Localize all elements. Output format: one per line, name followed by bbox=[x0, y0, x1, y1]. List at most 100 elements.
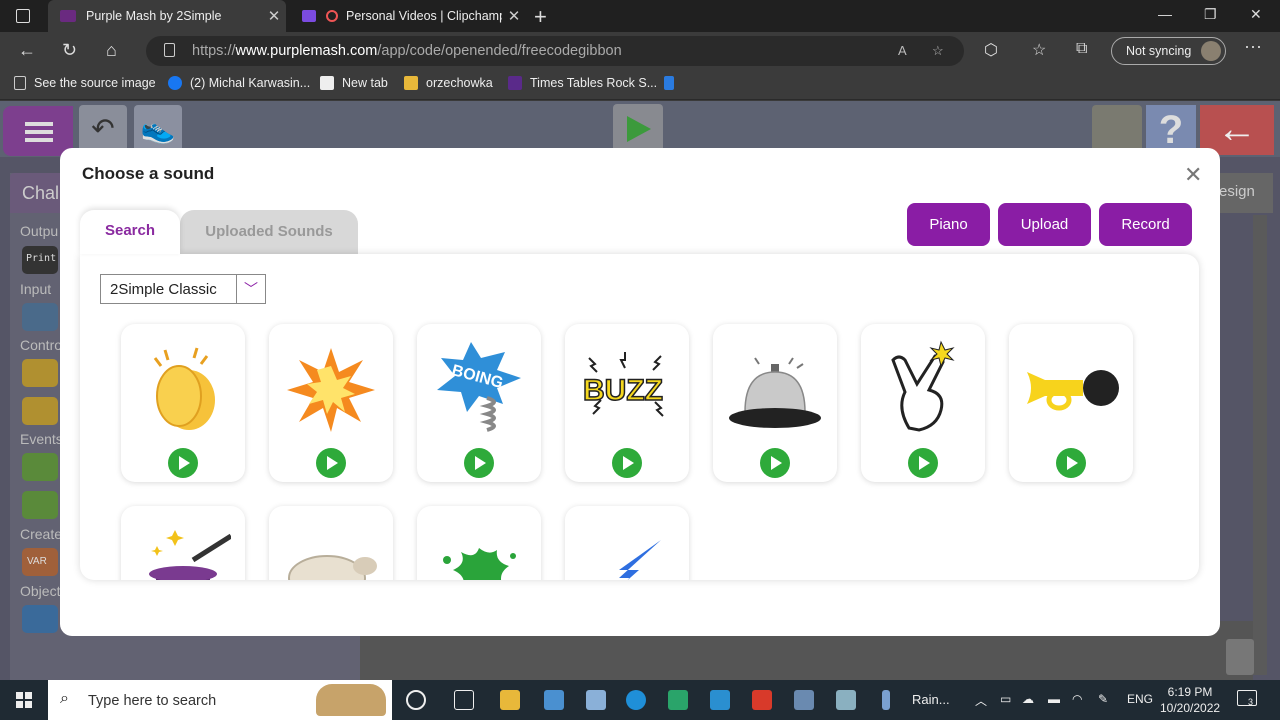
close-window-icon[interactable]: ✕ bbox=[1250, 6, 1262, 23]
app-icon[interactable] bbox=[710, 690, 730, 710]
tab-search[interactable]: Search bbox=[80, 210, 180, 254]
play-sound-button[interactable] bbox=[1056, 448, 1086, 478]
app-icon[interactable] bbox=[836, 690, 856, 710]
battery-icon[interactable]: ▬ bbox=[1048, 692, 1060, 706]
tab-title: Purple Mash by 2Simple bbox=[86, 9, 222, 23]
tab-actions-icon[interactable] bbox=[16, 9, 30, 23]
tab-uploaded-sounds[interactable]: Uploaded Sounds bbox=[180, 210, 358, 254]
repeat-block-icon[interactable] bbox=[22, 397, 58, 425]
app-icon[interactable] bbox=[794, 690, 814, 710]
sync-button[interactable]: Not syncing bbox=[1111, 37, 1226, 65]
search-icon: ⌕ bbox=[60, 690, 69, 707]
sound-card[interactable]: BOING bbox=[417, 324, 541, 482]
undo-icon[interactable]: ↶ bbox=[79, 105, 127, 153]
move-block-icon[interactable] bbox=[22, 491, 58, 519]
meet-icon[interactable] bbox=[668, 690, 688, 710]
step-icon[interactable]: 👟 bbox=[134, 105, 182, 153]
wps-icon[interactable] bbox=[752, 690, 772, 710]
close-tab-icon[interactable]: ✕ bbox=[262, 7, 286, 25]
new-tab-icon[interactable]: + bbox=[534, 4, 547, 30]
sound-card[interactable] bbox=[269, 506, 393, 580]
print-block[interactable]: Print bbox=[22, 246, 58, 274]
favorites-icon[interactable]: ☆ bbox=[1032, 40, 1046, 60]
bookmark-times-tables[interactable]: Times Tables Rock S... bbox=[508, 76, 657, 90]
task-view-icon[interactable] bbox=[454, 690, 474, 710]
bookmark-bing[interactable] bbox=[664, 76, 682, 90]
sound-card[interactable] bbox=[269, 324, 393, 482]
object-block-icon[interactable] bbox=[22, 605, 58, 633]
file-explorer-icon[interactable] bbox=[500, 690, 520, 710]
pen-icon[interactable]: ✎ bbox=[1098, 692, 1108, 706]
design-tab[interactable]: esign bbox=[1215, 173, 1273, 213]
start-pane bbox=[25, 701, 32, 708]
bookmark-label: (2) Michal Karwasin... bbox=[190, 76, 311, 90]
library-select[interactable]: 2Simple Classic ﹀ bbox=[100, 274, 266, 304]
sound-card[interactable] bbox=[417, 506, 541, 580]
more-icon[interactable]: ··· bbox=[1244, 36, 1262, 57]
play-sound-button[interactable] bbox=[612, 448, 642, 478]
address-bar[interactable]: https://www.purplemash.com/app/code/open… bbox=[146, 36, 964, 66]
keypress-block-icon[interactable] bbox=[22, 453, 58, 481]
sound-card[interactable] bbox=[121, 506, 245, 580]
refresh-icon[interactable]: ↻ bbox=[62, 40, 77, 61]
taskbar-search[interactable]: ⌕ Type here to search bbox=[48, 680, 392, 720]
restore-icon[interactable]: ❐ bbox=[1204, 6, 1217, 23]
piano-button[interactable]: Piano bbox=[907, 203, 990, 246]
trash-icon[interactable] bbox=[1226, 639, 1254, 675]
keyboard-block-icon[interactable] bbox=[22, 303, 58, 331]
bookmark-source-image[interactable]: See the source image bbox=[14, 76, 156, 90]
lightning-icon bbox=[619, 540, 661, 580]
back-icon[interactable]: ← bbox=[18, 40, 36, 61]
device-icon[interactable]: ▭ bbox=[1000, 692, 1011, 706]
sound-card[interactable]: BUZZ bbox=[565, 324, 689, 482]
upload-button[interactable]: Upload bbox=[998, 203, 1091, 246]
windows-start-icon[interactable] bbox=[16, 692, 32, 708]
record-button[interactable]: Record bbox=[1099, 203, 1192, 246]
sound-card[interactable] bbox=[565, 506, 689, 580]
chevron-up-icon[interactable]: ︿ bbox=[975, 692, 987, 709]
address-toolbar: ← ↻ ⌂ https://www.purplemash.com/app/cod… bbox=[0, 32, 1280, 70]
play-sound-button[interactable] bbox=[464, 448, 494, 478]
onedrive-icon[interactable]: ☁ bbox=[1022, 692, 1034, 706]
cortana-icon[interactable] bbox=[406, 690, 426, 710]
timer-block-icon[interactable] bbox=[22, 359, 58, 387]
bookmark-facebook[interactable]: (2) Michal Karwasin... bbox=[168, 76, 310, 90]
bookmark-orzechowka[interactable]: orzechowka bbox=[404, 76, 493, 90]
sound-panel: 2Simple Classic ﹀ BOING BUZZ bbox=[80, 254, 1199, 580]
notification-count: 3 bbox=[1248, 697, 1254, 707]
close-tab-icon[interactable]: ✕ bbox=[502, 7, 526, 25]
bookmark-new-tab[interactable]: New tab bbox=[320, 76, 388, 90]
app-icon[interactable] bbox=[544, 690, 564, 710]
edge-icon[interactable] bbox=[626, 690, 646, 710]
sound-card[interactable] bbox=[1009, 324, 1133, 482]
sound-card[interactable] bbox=[861, 324, 985, 482]
minimize-icon[interactable]: — bbox=[1158, 6, 1172, 22]
clock[interactable]: 6:19 PM 10/20/2022 bbox=[1160, 684, 1220, 716]
extensions-icon[interactable]: ⬡ bbox=[984, 40, 998, 60]
app-icon[interactable] bbox=[586, 690, 606, 710]
tab-clipchamp[interactable]: Personal Videos | Clipchamp ✕ bbox=[290, 0, 526, 32]
play-sound-button[interactable] bbox=[760, 448, 790, 478]
notifications-icon[interactable]: 3 bbox=[1237, 690, 1257, 707]
language-indicator[interactable]: ENG bbox=[1127, 692, 1153, 706]
library-select-value: 2Simple Classic bbox=[110, 281, 217, 298]
play-sound-button[interactable] bbox=[168, 448, 198, 478]
sound-card[interactable] bbox=[713, 324, 837, 482]
play-button[interactable] bbox=[613, 104, 663, 154]
menu-button[interactable] bbox=[3, 106, 73, 156]
read-aloud-icon[interactable]: A bbox=[898, 43, 907, 58]
home-icon[interactable]: ⌂ bbox=[106, 40, 117, 61]
weather-icon[interactable] bbox=[882, 690, 890, 710]
add-favorite-icon[interactable]: ☆ bbox=[932, 43, 944, 59]
tab-purple-mash[interactable]: Purple Mash by 2Simple ✕ bbox=[48, 0, 286, 32]
scrollbar[interactable] bbox=[1253, 215, 1267, 675]
chevron-down-icon[interactable]: ﹀ bbox=[236, 275, 265, 303]
var-block[interactable]: VAR bbox=[22, 548, 58, 576]
play-sound-button[interactable] bbox=[908, 448, 938, 478]
wifi-icon[interactable]: ◠ bbox=[1072, 692, 1082, 706]
play-sound-button[interactable] bbox=[316, 448, 346, 478]
collections-icon[interactable]: ⧉ bbox=[1076, 40, 1087, 58]
weather-label[interactable]: Rain... bbox=[912, 692, 950, 707]
sound-card[interactable] bbox=[121, 324, 245, 482]
close-icon[interactable]: ✕ bbox=[1184, 162, 1202, 188]
